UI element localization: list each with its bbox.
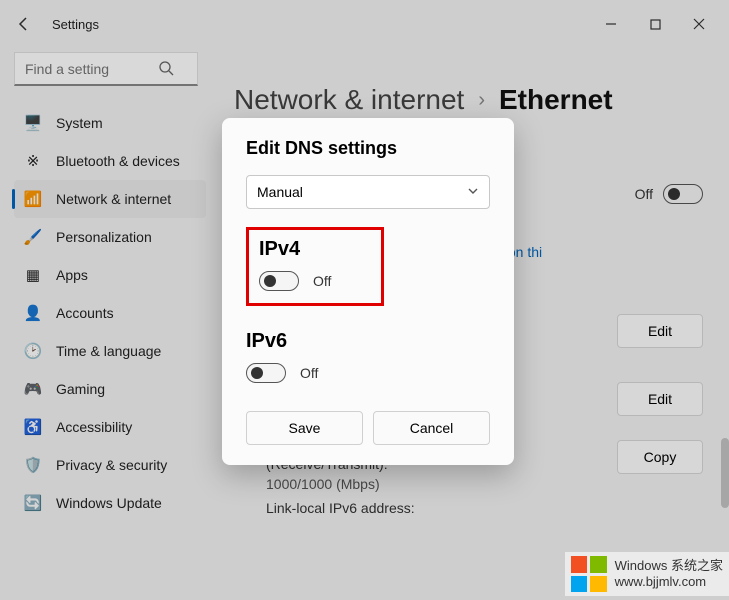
watermark: Windows 系统之家 www.bjjmlv.com xyxy=(565,552,729,596)
ipv4-state-label: Off xyxy=(313,273,331,289)
edit-dns-modal: Edit DNS settings Manual IPv4 Off IPv6 O… xyxy=(222,118,514,465)
ipv6-state-label: Off xyxy=(300,365,318,381)
ipv4-toggle[interactable] xyxy=(259,271,299,291)
ipv4-heading: IPv4 xyxy=(259,238,331,261)
windows-logo-icon xyxy=(571,556,607,592)
watermark-line1: Windows 系统之家 xyxy=(615,558,723,574)
dns-mode-dropdown[interactable]: Manual xyxy=(246,175,490,209)
ipv4-highlight: IPv4 Off xyxy=(246,227,384,306)
watermark-line2: www.bjjmlv.com xyxy=(615,574,723,590)
chevron-down-icon xyxy=(467,184,479,200)
ipv6-heading: IPv6 xyxy=(246,330,490,353)
save-button[interactable]: Save xyxy=(246,411,363,445)
modal-title: Edit DNS settings xyxy=(246,138,490,159)
ipv6-toggle[interactable] xyxy=(246,363,286,383)
cancel-button[interactable]: Cancel xyxy=(373,411,490,445)
dns-mode-value: Manual xyxy=(257,184,303,200)
